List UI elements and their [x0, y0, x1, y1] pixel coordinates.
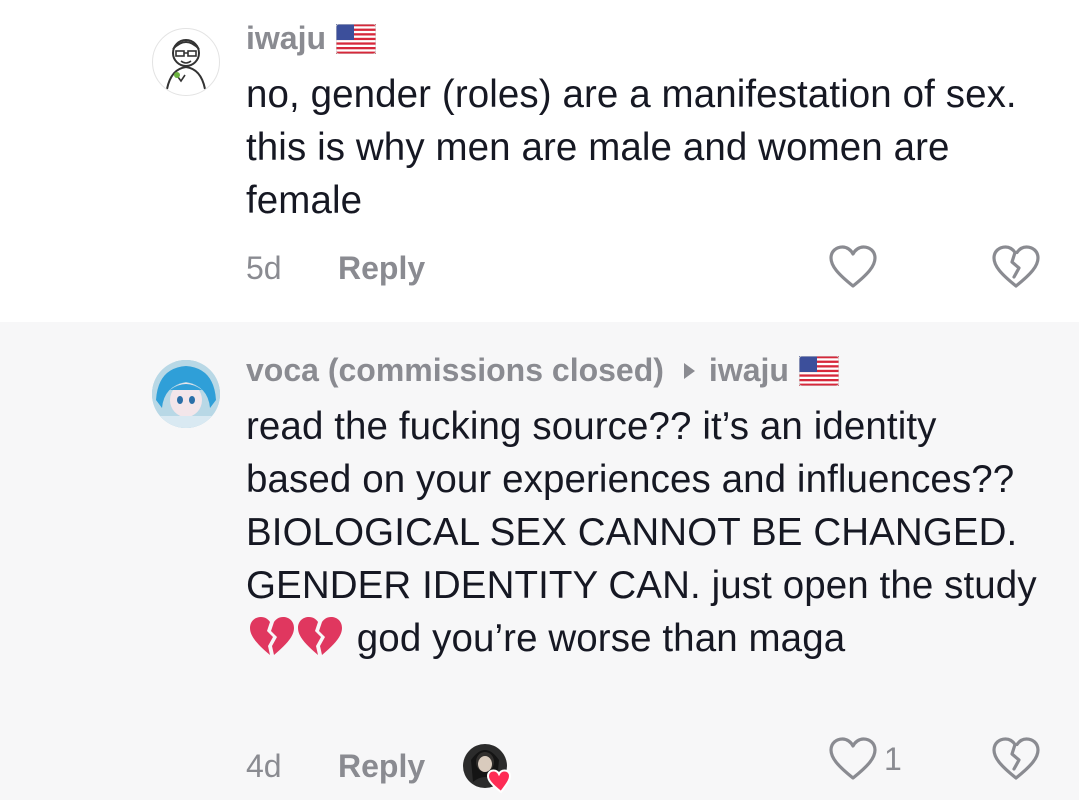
anime-character-avatar-icon: [152, 360, 220, 428]
comment-author-row: iwaju: [246, 20, 377, 57]
comment-meta: 4d Reply: [246, 742, 512, 794]
username[interactable]: voca (commissions closed): [246, 352, 664, 389]
avatar[interactable]: [152, 360, 220, 428]
broken-heart-icon: [250, 617, 294, 655]
us-flag-icon: [335, 23, 377, 54]
comment-meta: 5d Reply: [246, 250, 425, 287]
creator-avatar-icon: [463, 744, 512, 794]
comment-time: 5d: [246, 250, 282, 286]
sketch-man-avatar-icon: [166, 39, 206, 90]
comment-author-row: voca (commissions closed) iwaju: [246, 352, 840, 389]
comment-item[interactable]: voca (commissions closed) iwaju read the…: [0, 322, 1079, 800]
comment-time: 4d: [246, 747, 282, 784]
broken-heart-outline-icon: [992, 245, 1040, 288]
username[interactable]: iwaju: [246, 20, 326, 57]
dislike-button[interactable]: [990, 244, 1042, 295]
heart-outline-icon: [829, 737, 877, 780]
broken-heart-emoji-pair: [248, 615, 344, 659]
liked-by-creator-badge: [461, 742, 512, 794]
dislike-button[interactable]: [990, 736, 1042, 787]
avatar[interactable]: [152, 28, 220, 96]
us-flag-icon: [798, 355, 840, 386]
comment-text-part: god you’re worse than maga: [356, 617, 846, 660]
reply-button[interactable]: Reply: [338, 748, 425, 785]
comment-item[interactable]: iwaju no, gender (roles) are a manifesta…: [0, 0, 1079, 322]
comment-text: read the fucking source?? it’s an identi…: [246, 400, 1046, 665]
broken-heart-outline-icon: [992, 737, 1040, 780]
reply-to-username[interactable]: iwaju: [709, 352, 789, 389]
like-button[interactable]: 1: [828, 736, 902, 782]
reply-arrow-icon: [683, 362, 695, 379]
comment-text: no, gender (roles) are a manifestation o…: [246, 73, 1017, 222]
reply-button[interactable]: Reply: [338, 250, 425, 287]
comment-text-part: read the fucking source?? it’s an identi…: [246, 405, 1037, 607]
broken-heart-icon: [298, 617, 342, 655]
like-count: 1: [884, 740, 902, 777]
heart-outline-icon: [829, 245, 877, 288]
like-button[interactable]: [828, 244, 884, 290]
